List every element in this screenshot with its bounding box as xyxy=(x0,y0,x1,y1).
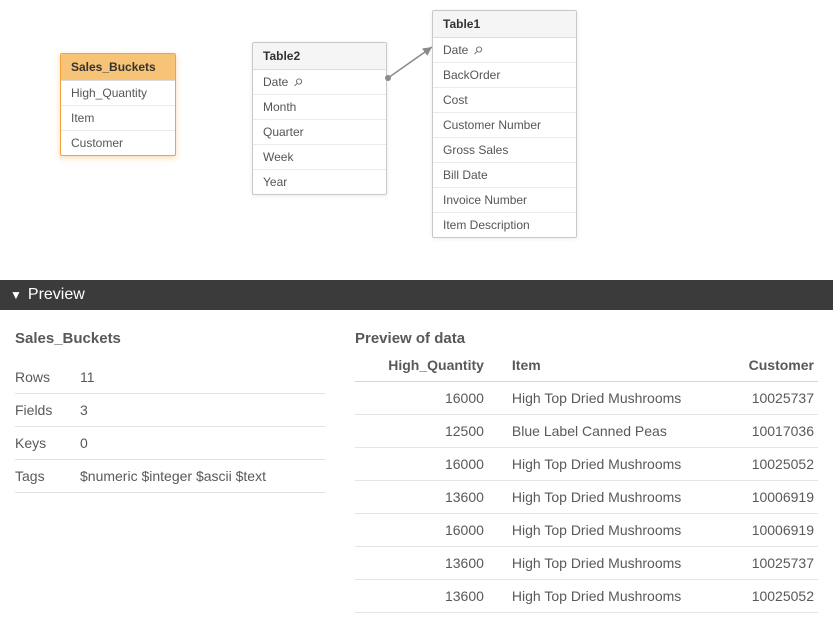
preview-section-header[interactable]: ▼ Preview xyxy=(0,280,833,310)
table-field[interactable]: Year xyxy=(253,170,386,194)
table-field[interactable]: Item Description xyxy=(433,213,576,237)
table-cell: 13600 xyxy=(355,481,508,514)
data-title: Preview of data xyxy=(355,330,818,347)
meta-row-tags: Tags $numeric $integer $ascii $text xyxy=(15,460,325,493)
table-field[interactable]: Month xyxy=(253,95,386,120)
table-row[interactable]: 16000High Top Dried Mushrooms10025737 xyxy=(355,382,818,415)
table-cell: 10017036 xyxy=(727,415,818,448)
table-row[interactable]: 16000High Top Dried Mushrooms10025052 xyxy=(355,448,818,481)
col-item[interactable]: Item xyxy=(508,351,727,382)
table-field[interactable]: Date⚲ xyxy=(433,38,576,63)
field-label: Date xyxy=(263,75,288,89)
table-field[interactable]: BackOrder xyxy=(433,63,576,88)
table-cell: 10025052 xyxy=(727,580,818,613)
table-box-table1[interactable]: Table1Date⚲BackOrderCostCustomer NumberG… xyxy=(432,10,577,238)
table-cell: 16000 xyxy=(355,514,508,547)
data-table: High_Quantity Item Customer 16000High To… xyxy=(355,351,818,613)
key-icon: ⚲ xyxy=(471,43,486,58)
table-field[interactable]: Invoice Number xyxy=(433,188,576,213)
table-header-row: High_Quantity Item Customer xyxy=(355,351,818,382)
table-field[interactable]: High_Quantity xyxy=(61,81,175,106)
table-box-sales_buckets[interactable]: Sales_Buckets High_Quantity Item Customer xyxy=(60,53,176,156)
table-cell: 10025737 xyxy=(727,382,818,415)
meta-rows-value: 11 xyxy=(80,369,325,385)
meta-keys-value: 0 xyxy=(80,435,325,451)
table-header[interactable]: Table2 xyxy=(253,43,386,70)
field-label: Year xyxy=(263,175,287,189)
table-field[interactable]: Date⚲ xyxy=(253,70,386,95)
table-row[interactable]: 13600High Top Dried Mushrooms10006919 xyxy=(355,481,818,514)
field-label: Customer Number xyxy=(443,118,541,132)
table-cell: 10025737 xyxy=(727,547,818,580)
table-row[interactable]: 12500Blue Label Canned Peas10017036 xyxy=(355,415,818,448)
field-label: Gross Sales xyxy=(443,143,508,157)
table-cell: 13600 xyxy=(355,547,508,580)
field-label: Cost xyxy=(443,93,468,107)
key-icon: ⚲ xyxy=(291,75,306,90)
meta-fields-value: 3 xyxy=(80,402,325,418)
chevron-down-icon: ▼ xyxy=(10,288,22,302)
table-field[interactable]: Customer Number xyxy=(433,113,576,138)
table-box-table2[interactable]: Table2Date⚲MonthQuarterWeekYear xyxy=(252,42,387,195)
preview-header-label: Preview xyxy=(28,286,85,304)
field-label: BackOrder xyxy=(443,68,500,82)
field-label: Quarter xyxy=(263,125,304,139)
table-field[interactable]: Week xyxy=(253,145,386,170)
table-cell: High Top Dried Mushrooms xyxy=(508,580,727,613)
table-cell: 13600 xyxy=(355,580,508,613)
field-label: Date xyxy=(443,43,468,57)
table-header[interactable]: Table1 xyxy=(433,11,576,38)
preview-body: Sales_Buckets Rows 11 Fields 3 Keys 0 Ta… xyxy=(0,310,833,623)
meta-tags-label: Tags xyxy=(15,468,80,484)
meta-rows-label: Rows xyxy=(15,369,80,385)
table-cell: 10006919 xyxy=(727,481,818,514)
table-cell: High Top Dried Mushrooms xyxy=(508,547,727,580)
table-cell: High Top Dried Mushrooms xyxy=(508,448,727,481)
field-label: Bill Date xyxy=(443,168,488,182)
table-field[interactable]: Gross Sales xyxy=(433,138,576,163)
data-panel: Preview of data High_Quantity Item Custo… xyxy=(355,330,818,613)
meta-fields-label: Fields xyxy=(15,402,80,418)
field-label: Customer xyxy=(71,136,123,150)
table-cell: Blue Label Canned Peas xyxy=(508,415,727,448)
meta-tags-value: $numeric $integer $ascii $text xyxy=(80,468,325,484)
field-label: Week xyxy=(263,150,293,164)
data-model-canvas[interactable]: Sales_Buckets High_Quantity Item Customer Ta… xyxy=(0,0,833,280)
table-field[interactable]: Bill Date xyxy=(433,163,576,188)
field-label: High_Quantity xyxy=(71,86,147,100)
table-cell: 10025052 xyxy=(727,448,818,481)
table-row[interactable]: 13600High Top Dried Mushrooms10025052 xyxy=(355,580,818,613)
col-high-quantity[interactable]: High_Quantity xyxy=(355,351,508,382)
table-header[interactable]: Sales_Buckets xyxy=(61,54,175,81)
meta-title: Sales_Buckets xyxy=(15,330,325,347)
table-cell: 12500 xyxy=(355,415,508,448)
meta-panel: Sales_Buckets Rows 11 Fields 3 Keys 0 Ta… xyxy=(15,330,325,613)
meta-row-fields: Fields 3 xyxy=(15,394,325,427)
field-label: Item xyxy=(71,111,94,125)
table-cell: High Top Dried Mushrooms xyxy=(508,514,727,547)
col-customer[interactable]: Customer xyxy=(727,351,818,382)
table-row[interactable]: 13600High Top Dried Mushrooms10025737 xyxy=(355,547,818,580)
meta-row-keys: Keys 0 xyxy=(15,427,325,460)
meta-row-rows: Rows 11 xyxy=(15,361,325,394)
table-cell: High Top Dried Mushrooms xyxy=(508,382,727,415)
table-field[interactable]: Item xyxy=(61,106,175,131)
table-field[interactable]: Quarter xyxy=(253,120,386,145)
table-row[interactable]: 16000High Top Dried Mushrooms10006919 xyxy=(355,514,818,547)
table-cell: High Top Dried Mushrooms xyxy=(508,481,727,514)
table-cell: 10006919 xyxy=(727,514,818,547)
meta-keys-label: Keys xyxy=(15,435,80,451)
field-label: Item Description xyxy=(443,218,530,232)
table-cell: 16000 xyxy=(355,382,508,415)
field-label: Invoice Number xyxy=(443,193,527,207)
table-field[interactable]: Customer xyxy=(61,131,175,155)
field-label: Month xyxy=(263,100,296,114)
table-field[interactable]: Cost xyxy=(433,88,576,113)
table-cell: 16000 xyxy=(355,448,508,481)
